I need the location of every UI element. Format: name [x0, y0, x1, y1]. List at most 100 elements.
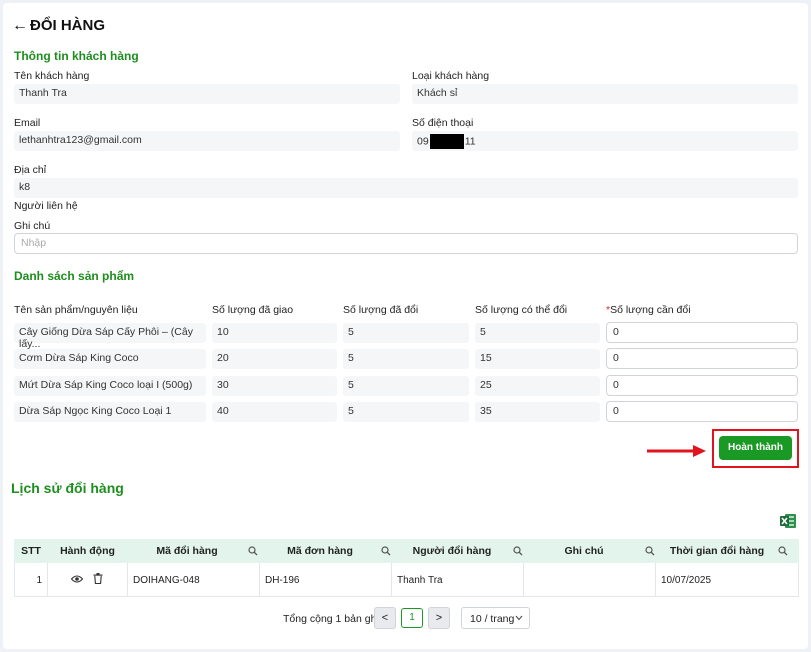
row-person: Thanh Tra [397, 575, 443, 586]
chevron-down-icon [515, 615, 523, 621]
page-header: ← ĐỔI HÀNG [12, 17, 105, 34]
delivered-value: 40 [217, 405, 229, 417]
search-icon[interactable] [645, 546, 655, 556]
search-icon[interactable] [248, 546, 258, 556]
page-1-button[interactable]: 1 [401, 608, 423, 628]
exchangeable-value: 25 [480, 379, 492, 391]
to-exchange-input[interactable]: 0 [606, 375, 798, 396]
contact-label: Người liên hệ [14, 200, 78, 212]
address-label: Địa chỉ [14, 164, 47, 176]
history-section-title: Lịch sử đổi hàng [11, 480, 124, 496]
exchangeable-cell: 25 [475, 376, 600, 396]
column-divider [391, 563, 392, 597]
excel-export-icon[interactable] [780, 513, 796, 529]
pagination-total: Tổng cộng 1 bản ghi [283, 613, 379, 625]
product-name: Dừa Sáp Ngọc King Coco Loại 1 [19, 405, 172, 417]
phone-label: Số điện thoại [412, 117, 474, 129]
column-divider [655, 563, 656, 597]
note-label: Ghi chú [14, 220, 51, 232]
customer-name-field: Thanh Tra [14, 84, 400, 104]
product-name-cell: Dừa Sáp Ngọc King Coco Loại 1 [14, 402, 206, 422]
phone-redaction [429, 134, 464, 149]
to-exchange-input[interactable]: 0 [606, 401, 798, 422]
row-stt: 1 [36, 575, 42, 586]
product-name-cell: Mứt Dừa Sáp King Coco loại I (500g) [14, 376, 206, 396]
address-value: k8 [19, 181, 31, 193]
email-value: lethanhtra123@gmail.com [19, 134, 142, 146]
exchangeable-value: 35 [480, 405, 492, 417]
th-action: Hành động [48, 539, 127, 563]
prev-page-button[interactable]: < [374, 607, 396, 629]
th-exchange-code: Mã đổi hàng [127, 539, 247, 563]
customer-name-label: Tên khách hàng [14, 70, 90, 82]
customer-type-label: Loại khách hàng [412, 70, 490, 82]
customer-name-value: Thanh Tra [19, 87, 67, 99]
column-divider [47, 563, 48, 597]
delivered-value: 20 [217, 352, 229, 364]
exchanged-value: 5 [348, 405, 354, 417]
address-field: k8 [14, 178, 798, 198]
product-name: Cơm Dừa Sáp King Coco [19, 352, 139, 364]
complete-button[interactable]: Hoàn thành [719, 436, 792, 460]
exchanged-cell: 5 [343, 402, 469, 422]
to-exchange-value: 0 [613, 352, 619, 364]
col-to-exchange-label: Số lượng cần đổi [610, 304, 691, 316]
red-arrow-annotation [647, 444, 707, 458]
col-to-exchange: *Số lượng cần đổi [606, 304, 691, 316]
col-product-name: Tên sản phẩm/nguyên liệu [14, 304, 138, 316]
column-divider [127, 563, 128, 597]
back-arrow-icon[interactable]: ← [12, 17, 28, 34]
exchangeable-value: 15 [480, 352, 492, 364]
delivered-value: 30 [217, 379, 229, 391]
trash-icon[interactable] [93, 573, 103, 584]
row-time: 10/07/2025 [661, 575, 712, 586]
to-exchange-input[interactable]: 0 [606, 322, 798, 343]
search-icon[interactable] [513, 546, 523, 556]
page-title: ĐỔI HÀNG [30, 17, 105, 34]
th-person: Người đổi hàng [392, 539, 512, 563]
th-note: Ghi chú [524, 539, 644, 563]
row-exchange-code: DOIHANG-048 [133, 575, 200, 586]
customer-section-title: Thông tin khách hàng [14, 49, 139, 63]
customer-type-field: Khách sỉ [412, 84, 798, 104]
exchangeable-value: 5 [480, 326, 486, 338]
exchanged-cell: 5 [343, 323, 469, 343]
phone-prefix: 09 [417, 135, 429, 148]
exchanged-value: 5 [348, 379, 354, 391]
delivered-cell: 30 [212, 376, 337, 396]
col-exchanged: Số lượng đã đổi [343, 304, 419, 316]
to-exchange-input[interactable]: 0 [606, 348, 798, 369]
email-label: Email [14, 117, 41, 129]
exchangeable-cell: 5 [475, 323, 600, 343]
column-divider [523, 563, 524, 597]
exchanged-cell: 5 [343, 349, 469, 369]
exchangeable-cell: 15 [475, 349, 600, 369]
to-exchange-value: 0 [613, 326, 619, 338]
products-section-title: Danh sách sản phẩm [14, 269, 135, 283]
exchanged-value: 5 [348, 326, 354, 338]
exchangeable-cell: 35 [475, 402, 600, 422]
th-order-code: Mã đơn hàng [260, 539, 380, 563]
product-name-cell: Cơm Dừa Sáp King Coco [14, 349, 206, 369]
exchanged-value: 5 [348, 352, 354, 364]
note-placeholder: Nhập [21, 237, 47, 249]
delivered-value: 10 [217, 326, 229, 338]
delivered-cell: 40 [212, 402, 337, 422]
col-delivered: Số lượng đã giao [212, 304, 294, 316]
product-name-cell: Cây Giống Dừa Sáp Cấy Phôi – (Cây lấy... [14, 323, 206, 350]
exchanged-cell: 5 [343, 376, 469, 396]
col-exchangeable: Số lượng có thể đổi [475, 304, 568, 316]
next-page-button[interactable]: > [428, 607, 450, 629]
phone-field: 09 11 [412, 131, 798, 151]
delivered-cell: 10 [212, 323, 337, 343]
customer-type-value: Khách sỉ [417, 87, 458, 99]
email-field: lethanhtra123@gmail.com [14, 131, 400, 151]
page-size-select[interactable]: 10 / trang [461, 607, 530, 629]
to-exchange-value: 0 [613, 379, 619, 391]
search-icon[interactable] [778, 546, 788, 556]
eye-icon[interactable] [71, 574, 83, 584]
to-exchange-value: 0 [613, 405, 619, 417]
th-time: Thời gian đổi hàng [657, 539, 777, 563]
note-input[interactable]: Nhập [14, 233, 798, 254]
search-icon[interactable] [381, 546, 391, 556]
